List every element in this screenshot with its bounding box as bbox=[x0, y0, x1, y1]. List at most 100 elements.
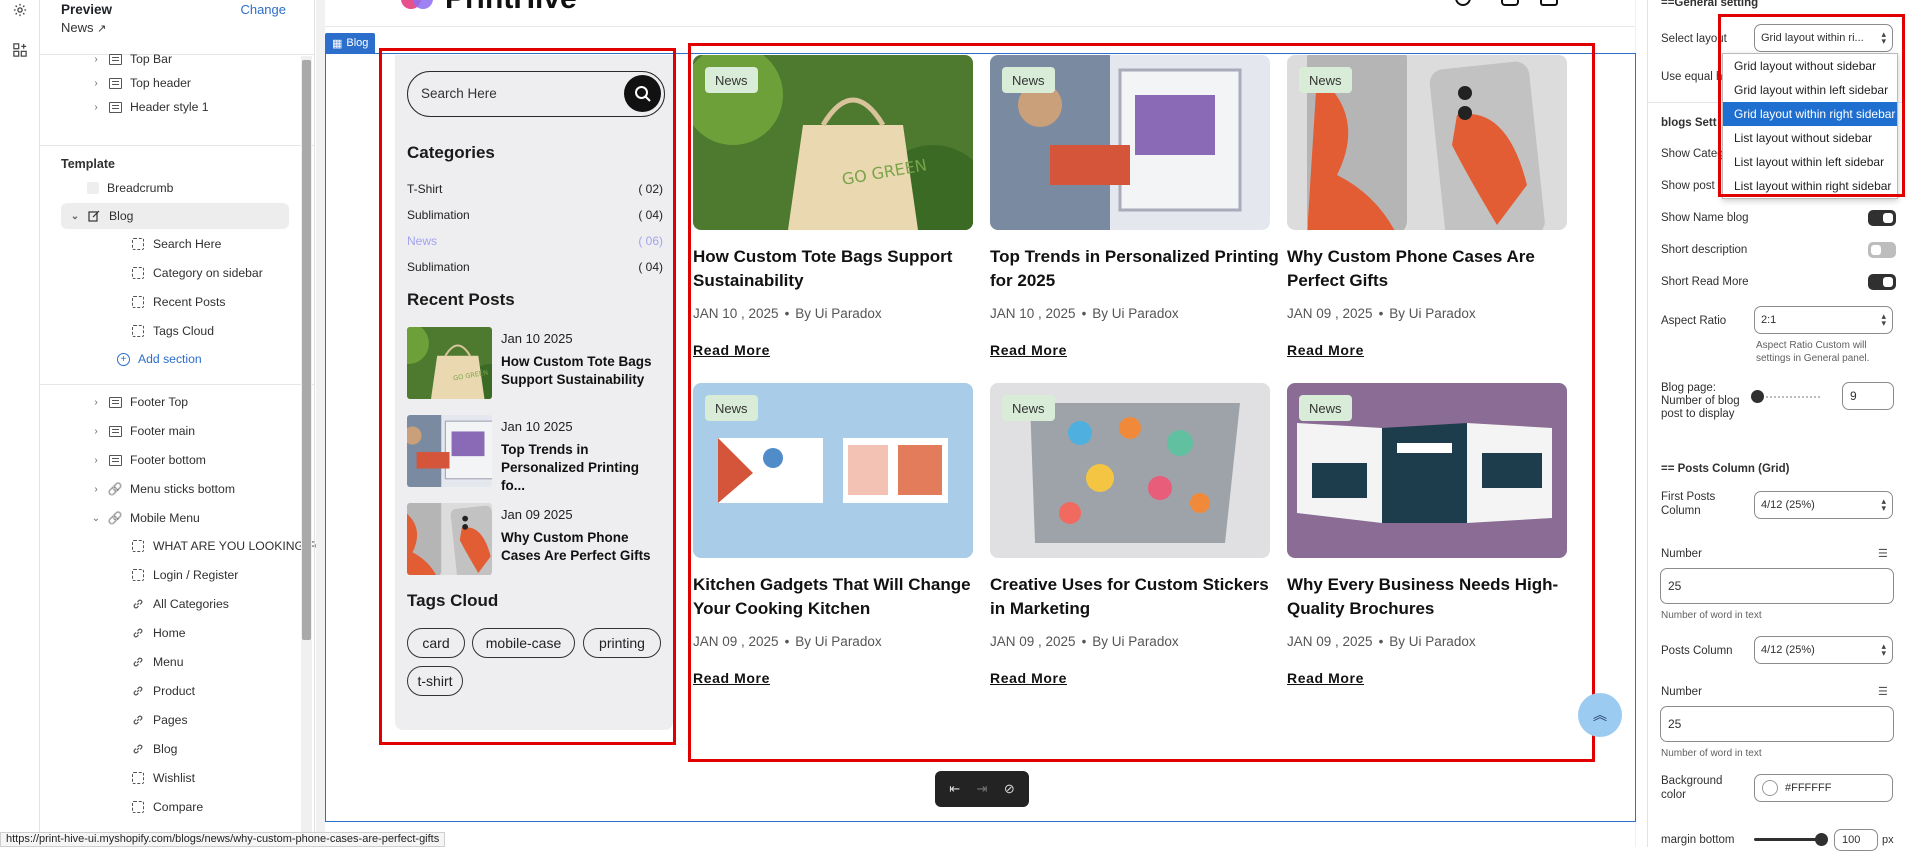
search-icon[interactable] bbox=[1455, 0, 1471, 6]
sidebar-item-mobile-child[interactable]: Product bbox=[131, 679, 195, 703]
category-item[interactable]: Sublimation ( 04) bbox=[407, 208, 663, 222]
select-layout-dropdown[interactable]: Grid layout within ri... ▴ ▾ bbox=[1754, 24, 1893, 52]
sidebar-item-mobile-child[interactable]: Menu bbox=[131, 650, 184, 674]
blog-page-slider-handle[interactable] bbox=[1751, 390, 1765, 403]
chevron-right-icon[interactable]: › bbox=[90, 426, 102, 437]
layout-option[interactable]: Grid layout within right sidebar bbox=[1723, 102, 1897, 126]
chevron-right-icon[interactable]: › bbox=[90, 54, 102, 65]
short-description-toggle[interactable] bbox=[1868, 242, 1896, 258]
tag-pill[interactable]: printing bbox=[583, 628, 661, 658]
blog-page-input[interactable]: 9 bbox=[1842, 382, 1894, 410]
first-posts-column-select[interactable]: 4/12 (25%) ▴ ▾ bbox=[1754, 491, 1893, 519]
post-image[interactable]: News bbox=[990, 55, 1270, 230]
blog-section-tag[interactable]: ▦ Blog bbox=[325, 33, 376, 53]
chevron-right-icon[interactable]: › bbox=[90, 484, 102, 495]
margin-bottom-slider-handle[interactable] bbox=[1814, 833, 1828, 846]
color-swatch[interactable] bbox=[1762, 780, 1778, 796]
read-more-link[interactable]: Read More bbox=[693, 670, 770, 686]
sidebar-item-blog-child[interactable]: Tags Cloud bbox=[131, 319, 214, 343]
category-item[interactable]: News ( 06) bbox=[407, 234, 663, 248]
add-section-button[interactable]: + Add section bbox=[117, 347, 202, 371]
background-color-input[interactable]: #FFFFFF bbox=[1754, 774, 1893, 802]
read-more-link[interactable]: Read More bbox=[990, 670, 1067, 686]
post-category-badge[interactable]: News bbox=[1002, 395, 1055, 421]
search-button[interactable] bbox=[624, 75, 661, 112]
sidebar-item-footer[interactable]: › Footer main bbox=[90, 419, 195, 443]
store-logo[interactable]: PrintHive bbox=[397, 0, 577, 24]
tag-pill[interactable]: card bbox=[407, 628, 465, 658]
chevron-right-icon[interactable]: › bbox=[90, 455, 102, 466]
apps-icon[interactable] bbox=[12, 42, 28, 58]
read-more-link[interactable]: Read More bbox=[1287, 670, 1364, 686]
read-more-link[interactable]: Read More bbox=[693, 342, 770, 358]
number-input-1[interactable]: 25 bbox=[1660, 568, 1894, 604]
chevron-down-icon[interactable]: ⌄ bbox=[69, 211, 81, 222]
post-category-badge[interactable]: News bbox=[705, 395, 758, 421]
sidebar-item-mobile-child[interactable]: Wishlist bbox=[131, 766, 195, 790]
post-category-badge[interactable]: News bbox=[1002, 67, 1055, 93]
sidebar-item-mobile-child[interactable]: Compare bbox=[131, 795, 203, 819]
post-title[interactable]: Why Every Business Needs High-Quality Br… bbox=[1287, 573, 1577, 621]
gear-icon[interactable] bbox=[12, 2, 28, 18]
sidebar-item-header[interactable]: › Top Bar bbox=[90, 47, 172, 71]
tag-pill[interactable]: t-shirt bbox=[407, 666, 463, 696]
category-item[interactable]: T-Shirt ( 02) bbox=[407, 182, 663, 196]
search-box[interactable]: Search Here bbox=[407, 71, 665, 117]
user-icon[interactable] bbox=[1501, 0, 1519, 6]
back-to-top-button[interactable]: ︽ bbox=[1578, 693, 1622, 737]
sidebar-item-mobile-child[interactable]: Pages bbox=[131, 708, 188, 732]
sidebar-item-header[interactable]: › Top header bbox=[90, 71, 191, 95]
layout-option[interactable]: Grid layout within left sidebar bbox=[1723, 78, 1897, 102]
layout-option[interactable]: List layout within right sidebar bbox=[1723, 174, 1897, 198]
sidebar-item-footer[interactable]: › Footer bottom bbox=[90, 448, 206, 472]
move-down-icon[interactable]: ⇥ bbox=[977, 781, 988, 797]
chevron-right-icon[interactable]: › bbox=[90, 397, 102, 408]
margin-bottom-input[interactable]: 100 bbox=[1834, 829, 1878, 851]
read-more-link[interactable]: Read More bbox=[1287, 342, 1364, 358]
post-category-badge[interactable]: News bbox=[1299, 395, 1352, 421]
post-image[interactable]: News bbox=[1287, 55, 1567, 230]
tag-pill[interactable]: mobile-case bbox=[472, 628, 575, 658]
layout-option[interactable]: List layout without sidebar bbox=[1723, 126, 1897, 150]
post-image[interactable]: News bbox=[693, 383, 973, 558]
number-input-2[interactable]: 25 bbox=[1660, 706, 1894, 742]
sidebar-item-footer[interactable]: ⌄ 🔗 Mobile Menu bbox=[90, 506, 200, 530]
post-title[interactable]: Creative Uses for Custom Stickers in Mar… bbox=[990, 573, 1280, 621]
category-item[interactable]: Sublimation ( 04) bbox=[407, 260, 663, 274]
sidebar-scrollbar-thumb[interactable] bbox=[302, 60, 311, 640]
sidebar-item-mobile-child[interactable]: Login / Register bbox=[131, 563, 238, 587]
short-read-more-toggle[interactable] bbox=[1868, 274, 1896, 290]
recent-post-title[interactable]: How Custom Tote Bags Support Sustainabil… bbox=[501, 353, 666, 389]
sidebar-item-blog-child[interactable]: Recent Posts bbox=[131, 290, 225, 314]
blog-page-slider-track[interactable] bbox=[1754, 396, 1822, 398]
sidebar-item-footer[interactable]: › 🔗 Menu sticks bottom bbox=[90, 477, 235, 501]
hide-icon[interactable]: ⊘ bbox=[1004, 781, 1015, 797]
post-category-badge[interactable]: News bbox=[1299, 67, 1352, 93]
post-title[interactable]: Why Custom Phone Cases Are Perfect Gifts bbox=[1287, 245, 1577, 293]
recent-post-title[interactable]: Why Custom Phone Cases Are Perfect Gifts bbox=[501, 529, 666, 565]
recent-post-title[interactable]: Top Trends in Personalized Printing fo..… bbox=[501, 441, 666, 495]
post-title[interactable]: How Custom Tote Bags Support Sustainabil… bbox=[693, 245, 983, 293]
sidebar-item-header[interactable]: › Header style 1 bbox=[90, 95, 208, 119]
layout-option[interactable]: List layout within left sidebar bbox=[1723, 150, 1897, 174]
post-title[interactable]: Top Trends in Personalized Printing for … bbox=[990, 245, 1280, 293]
chevron-down-icon[interactable]: ⌄ bbox=[90, 513, 102, 524]
cart-icon[interactable] bbox=[1540, 0, 1558, 6]
read-more-link[interactable]: Read More bbox=[990, 342, 1067, 358]
chevron-right-icon[interactable]: › bbox=[90, 78, 102, 89]
change-link[interactable]: Change bbox=[240, 2, 286, 17]
sidebar-item-blog-child[interactable]: Category on sidebar bbox=[131, 261, 263, 285]
sidebar-item-footer[interactable]: › Footer Top bbox=[90, 390, 188, 414]
chevron-right-icon[interactable]: › bbox=[90, 102, 102, 113]
recent-post-thumbnail[interactable]: GO GREEN bbox=[407, 327, 492, 399]
post-image[interactable]: News bbox=[1287, 383, 1567, 558]
aspect-ratio-select[interactable]: 2:1 ▴ ▾ bbox=[1754, 306, 1893, 334]
preview-page[interactable]: News ↗ bbox=[61, 20, 106, 35]
layout-options-dropdown[interactable]: Grid layout without sidebar Grid layout w… bbox=[1722, 53, 1898, 199]
sidebar-item-mobile-child[interactable]: Blog bbox=[131, 737, 177, 761]
recent-post-thumbnail[interactable] bbox=[407, 415, 492, 487]
layout-option[interactable]: Grid layout without sidebar bbox=[1723, 54, 1897, 78]
recent-post-thumbnail[interactable] bbox=[407, 503, 492, 575]
blog-section[interactable]: ⌄ Blog bbox=[61, 203, 289, 229]
post-title[interactable]: Kitchen Gadgets That Will Change Your Co… bbox=[693, 573, 983, 621]
